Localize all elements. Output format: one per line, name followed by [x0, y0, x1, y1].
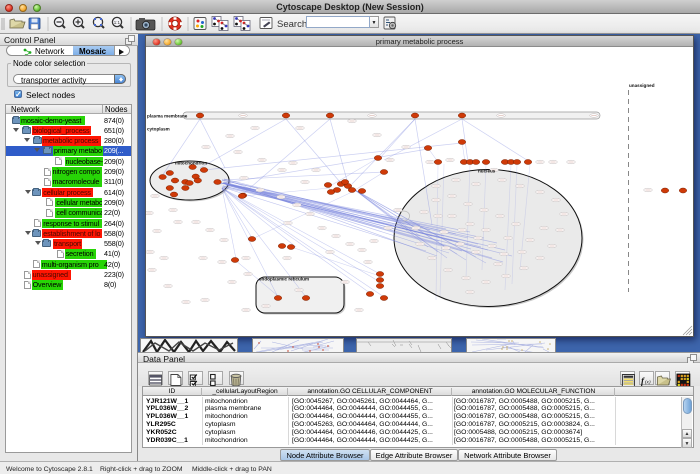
svg-text:1:1: 1:1	[114, 20, 121, 25]
svg-text:mitochondrion: mitochondrion	[175, 161, 207, 166]
svg-text:nucleus: nucleus	[478, 169, 496, 174]
svg-text:unassigned: unassigned	[629, 83, 655, 88]
svg-text:plasma membrane: plasma membrane	[147, 114, 188, 119]
svg-text:cytoplasm: cytoplasm	[147, 127, 170, 132]
svg-text:endoplasmic reticulum: endoplasmic reticulum	[259, 277, 309, 282]
svg-text:(x): (x)	[645, 381, 651, 386]
